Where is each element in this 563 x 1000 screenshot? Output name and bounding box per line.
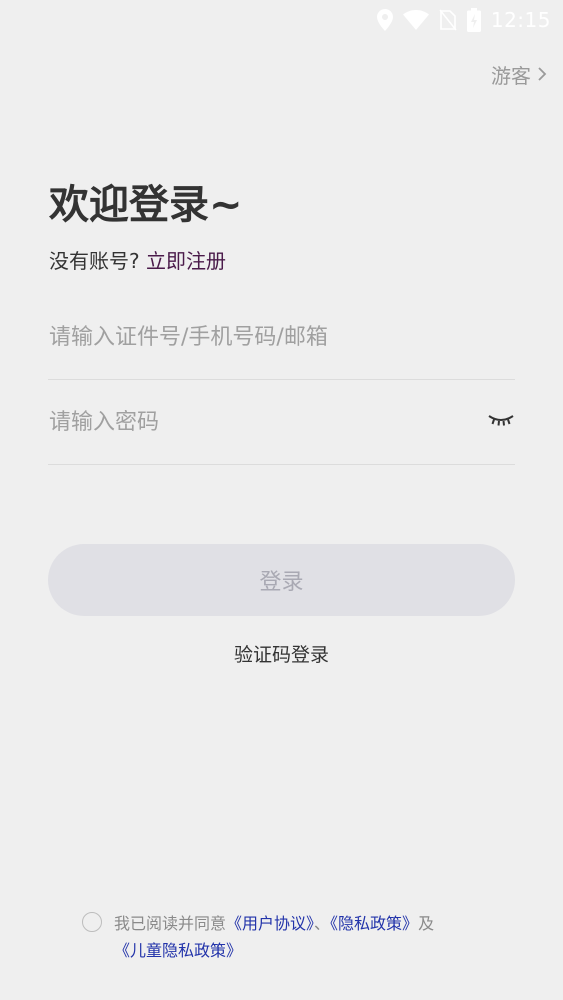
agreement-prefix: 我已阅读并同意 [114,914,227,933]
status-time: 12:15 [490,8,551,32]
privacy-policy-link[interactable]: 《隐私政策》 [330,914,418,933]
guest-label: 游客 [491,64,531,88]
password-field-container [48,381,515,465]
register-prompt: 没有账号? 立即注册 [49,245,226,274]
username-input[interactable] [48,325,515,350]
password-input[interactable] [48,410,515,435]
status-bar: 12:15 [0,0,563,40]
guest-link[interactable]: 游客 [491,60,547,89]
eye-closed-icon[interactable] [487,413,515,433]
chevron-right-icon [537,63,547,87]
wifi-icon [402,10,429,30]
agreement-line-1: 我已阅读并同意《用户协议》、《隐私政策》及 [114,910,494,937]
agreement-checkbox[interactable] [82,912,102,932]
login-button[interactable]: 登录 [48,544,515,616]
battery-charging-icon [466,8,481,32]
user-agreement-link[interactable]: 《用户协议》 [226,914,314,933]
username-field-container [48,296,515,380]
agreement-line-2: 《儿童隐私政策》 [114,937,242,964]
children-privacy-policy-link[interactable]: 《儿童隐私政策》 [114,941,242,960]
page-title: 欢迎登录~ [49,182,243,228]
sms-code-login-link[interactable]: 验证码登录 [0,640,563,667]
register-link[interactable]: 立即注册 [146,249,226,273]
no-sim-icon [439,9,457,31]
location-icon [376,9,393,31]
agreement-and: 及 [418,914,435,933]
agreement-separator: 、 [314,914,331,933]
no-account-text: 没有账号? [49,249,146,273]
